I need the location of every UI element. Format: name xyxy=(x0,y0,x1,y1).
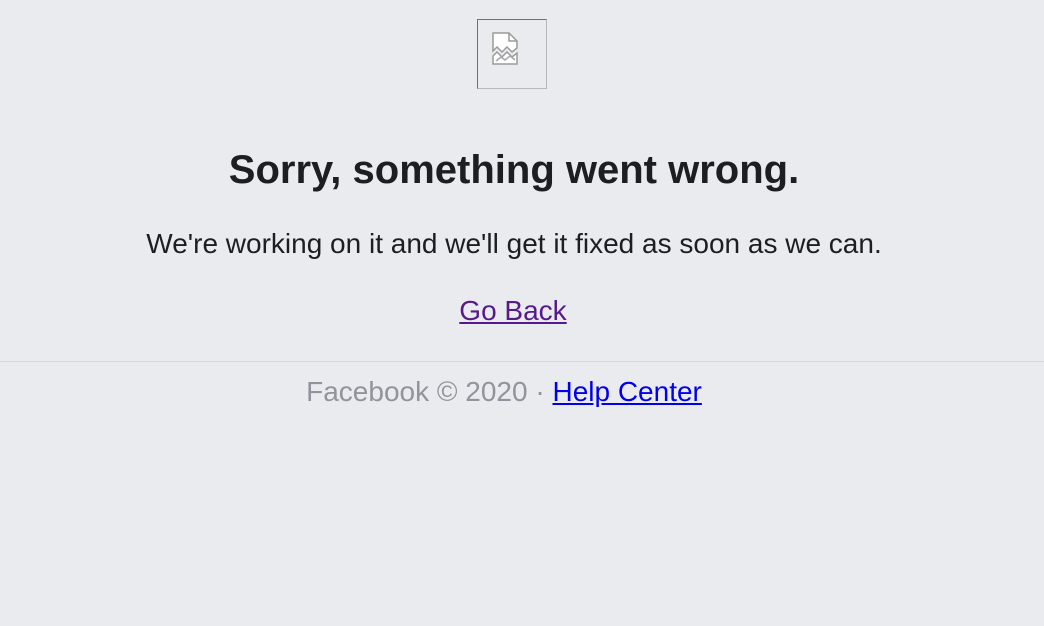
go-back-container: Go Back xyxy=(0,294,1026,328)
error-page: Sorry, something went wrong. We're worki… xyxy=(0,0,1044,626)
go-back-link[interactable]: Go Back xyxy=(459,295,566,326)
error-title: Sorry, something went wrong. xyxy=(228,148,800,192)
footer-separator: · xyxy=(535,376,545,407)
error-message: We're working on it and we'll get it fix… xyxy=(146,228,882,259)
broken-image-icon xyxy=(477,19,547,89)
footer: Facebook © 2020 · Help Center xyxy=(0,375,1008,409)
footer-divider xyxy=(0,361,1044,362)
help-center-link[interactable]: Help Center xyxy=(552,376,701,407)
copyright-text: Facebook © 2020 xyxy=(306,376,528,407)
